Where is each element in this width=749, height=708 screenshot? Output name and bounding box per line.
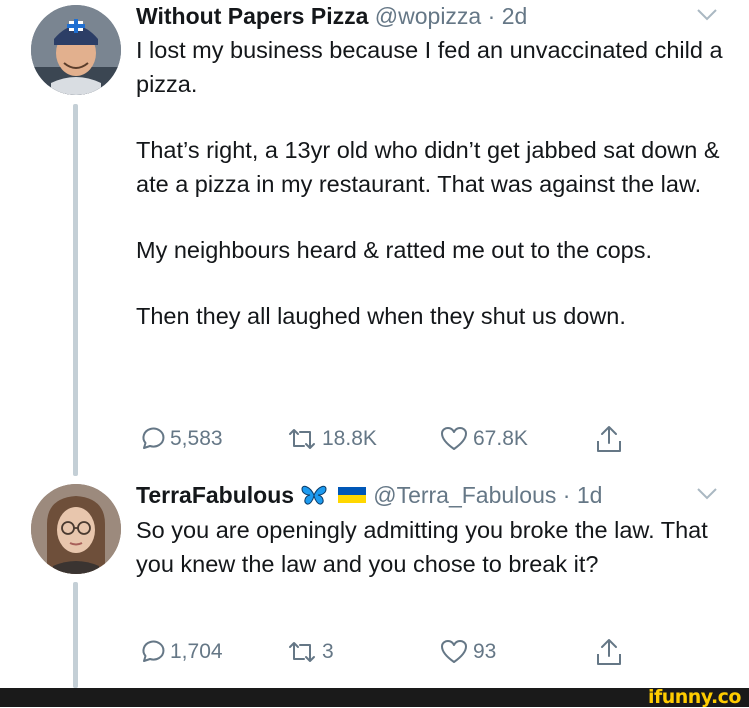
reply-button[interactable]: 5,583: [136, 422, 223, 456]
timestamp[interactable]: 1d: [577, 482, 603, 508]
tweet-paragraph: My neighbours heard & ratted me out to t…: [136, 237, 652, 263]
thread-line: [73, 104, 78, 476]
tweet-paragraph: Then they all laughed when they shut us …: [136, 303, 626, 329]
tweet-text: So you are openingly admitting you broke…: [136, 513, 736, 581]
retweet-button[interactable]: 18.8K: [286, 422, 377, 456]
butterfly-emoji: [301, 485, 327, 505]
retweet-count: 3: [322, 640, 334, 663]
timestamp[interactable]: 2d: [502, 3, 528, 29]
separator: ·: [487, 3, 496, 29]
reply-count: 5,583: [170, 427, 223, 450]
retweet-icon: [289, 642, 315, 662]
watermark-logo: ifunny.co: [647, 686, 742, 708]
share-icon: [597, 426, 621, 452]
share-button[interactable]: [594, 635, 624, 669]
tweet-actions: 1,704 3 93: [136, 635, 736, 669]
chevron-down-icon[interactable]: [696, 8, 718, 22]
tweet-header: Without Papers Pizza @wopizza · 2d: [136, 2, 527, 30]
tweet-text: I lost my business because I fed an unva…: [136, 33, 736, 333]
retweet-icon: [289, 429, 315, 449]
avatar[interactable]: [31, 5, 121, 95]
tweet-header: TerraFabulous @Terra_Fabulous · 1d: [136, 481, 602, 509]
like-button[interactable]: 67.8K: [439, 422, 528, 456]
reply-button[interactable]: 1,704: [136, 635, 223, 669]
tweet-paragraph: So you are openingly admitting you broke…: [136, 517, 708, 577]
share-icon: [597, 639, 621, 665]
tweet-paragraph: I lost my business because I fed an unva…: [136, 37, 723, 97]
like-icon: [441, 427, 467, 450]
ukraine-flag-emoji: [337, 487, 366, 503]
like-icon: [441, 640, 467, 663]
handle[interactable]: @Terra_Fabulous: [373, 482, 556, 508]
avatar[interactable]: [31, 484, 121, 574]
retweet-button[interactable]: 3: [286, 635, 334, 669]
display-name[interactable]: TerraFabulous: [136, 482, 294, 508]
tweet[interactable]: TerraFabulous @Terra_Fabulous · 1d So yo…: [0, 478, 749, 688]
chevron-down-icon[interactable]: [696, 487, 718, 501]
reply-count: 1,704: [170, 640, 223, 663]
thread-line: [73, 582, 78, 688]
tweet-actions: 5,583 18.8K 67.8K: [136, 422, 736, 456]
share-button[interactable]: [594, 422, 624, 456]
separator: ·: [562, 482, 571, 508]
handle[interactable]: @wopizza: [375, 3, 481, 29]
retweet-count: 18.8K: [322, 427, 377, 450]
like-count: 67.8K: [473, 427, 528, 450]
display-name[interactable]: Without Papers Pizza: [136, 3, 368, 29]
reply-icon: [142, 640, 165, 662]
tweet-paragraph: That’s right, a 13yr old who didn’t get …: [136, 137, 720, 197]
reply-icon: [142, 427, 165, 449]
like-button[interactable]: 93: [439, 635, 496, 669]
watermark-bar: ifunny.co: [0, 686, 749, 708]
like-count: 93: [473, 640, 497, 663]
tweet[interactable]: Without Papers Pizza @wopizza · 2d I los…: [0, 0, 749, 478]
